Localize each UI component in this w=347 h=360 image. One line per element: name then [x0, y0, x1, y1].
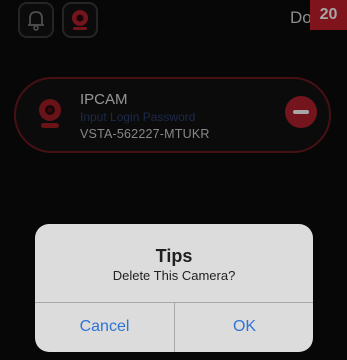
- delete-confirm-dialog: Tips Delete This Camera? Cancel OK: [35, 224, 313, 352]
- dialog-title: Tips: [155, 246, 193, 266]
- cancel-button[interactable]: Cancel: [35, 302, 174, 352]
- ok-button[interactable]: OK: [175, 302, 313, 352]
- dialog-message: Delete This Camera?: [112, 268, 236, 283]
